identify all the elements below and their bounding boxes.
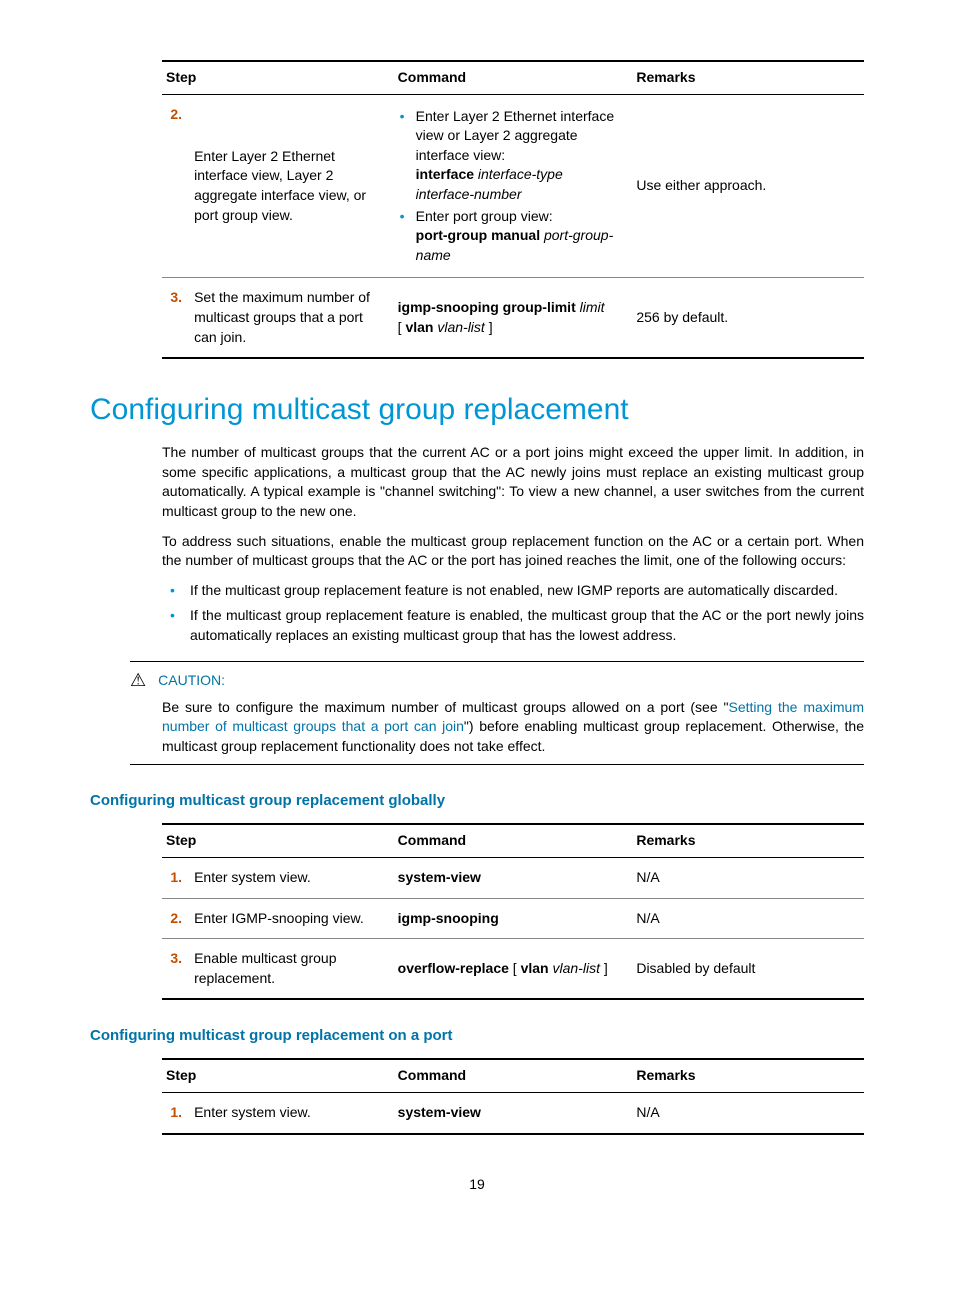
table-row: 3. Set the maximum number of multicast g… — [162, 278, 864, 358]
th-step: Step — [162, 61, 394, 94]
th-remarks: Remarks — [632, 1059, 864, 1092]
list-item: If the multicast group replacement featu… — [162, 606, 864, 645]
command-cell: overflow-replace [ vlan vlan-list ] — [394, 939, 633, 1000]
command-cell: igmp-snooping — [394, 898, 633, 939]
command-cell: igmp-snooping group-limit limit [ vlan v… — [394, 278, 633, 358]
step-number: 2. — [162, 898, 190, 939]
paragraph: To address such situations, enable the m… — [162, 532, 864, 571]
step-text: Set the maximum number of multicast grou… — [190, 278, 394, 358]
step-text: Enable multicast group replacement. — [190, 939, 394, 1000]
command-cell: Enter Layer 2 Ethernet interface view or… — [394, 94, 633, 278]
step-number: 2. — [162, 94, 190, 278]
bullet-list: If the multicast group replacement featu… — [162, 581, 864, 646]
remarks-cell: Disabled by default — [632, 939, 864, 1000]
step-table-2: Step Command Remarks 1. Enter system vie… — [162, 823, 864, 1000]
step-text: Enter Layer 2 Ethernet interface view, L… — [190, 94, 394, 278]
table-row: 3. Enable multicast group replacement. o… — [162, 939, 864, 1000]
table-row: 1. Enter system view. system-view N/A — [162, 858, 864, 899]
th-step: Step — [162, 824, 394, 857]
command-cell: system-view — [394, 858, 633, 899]
command-cell: system-view — [394, 1093, 633, 1134]
caution-box: ⚠ CAUTION: Be sure to configure the maxi… — [130, 661, 864, 765]
paragraph: The number of multicast groups that the … — [162, 443, 864, 521]
remarks-cell: N/A — [632, 1093, 864, 1134]
th-remarks: Remarks — [632, 824, 864, 857]
remarks-cell: N/A — [632, 858, 864, 899]
th-command: Command — [394, 61, 633, 94]
command-option: Enter port group view: port-group manual… — [398, 207, 621, 266]
caution-body: Be sure to configure the maximum number … — [162, 698, 864, 757]
warning-icon: ⚠ — [130, 668, 146, 693]
step-table-3: Step Command Remarks 1. Enter system vie… — [162, 1058, 864, 1134]
th-step: Step — [162, 1059, 394, 1092]
command-option: Enter Layer 2 Ethernet interface view or… — [398, 107, 621, 205]
table-row: 1. Enter system view. system-view N/A — [162, 1093, 864, 1134]
th-command: Command — [394, 824, 633, 857]
section-heading: Configuring multicast group replacement — [90, 389, 864, 431]
remarks-cell: 256 by default. — [632, 278, 864, 358]
page-number: 19 — [90, 1175, 864, 1195]
step-text: Enter IGMP-snooping view. — [190, 898, 394, 939]
step-number: 1. — [162, 1093, 190, 1134]
table-row: 2. Enter IGMP-snooping view. igmp-snoopi… — [162, 898, 864, 939]
step-text: Enter system view. — [190, 858, 394, 899]
step-table-1: Step Command Remarks 2. Enter Layer 2 Et… — [162, 60, 864, 359]
step-number: 3. — [162, 939, 190, 1000]
remarks-cell: Use either approach. — [632, 94, 864, 278]
caution-label: CAUTION: — [158, 671, 225, 691]
th-command: Command — [394, 1059, 633, 1092]
step-number: 3. — [162, 278, 190, 358]
subsection-heading: Configuring multicast group replacement … — [90, 1025, 864, 1046]
remarks-cell: N/A — [632, 898, 864, 939]
table-row: 2. Enter Layer 2 Ethernet interface view… — [162, 94, 864, 278]
step-number: 1. — [162, 858, 190, 899]
th-remarks: Remarks — [632, 61, 864, 94]
step-text: Enter system view. — [190, 1093, 394, 1134]
list-item: If the multicast group replacement featu… — [162, 581, 864, 601]
subsection-heading: Configuring multicast group replacement … — [90, 790, 864, 811]
